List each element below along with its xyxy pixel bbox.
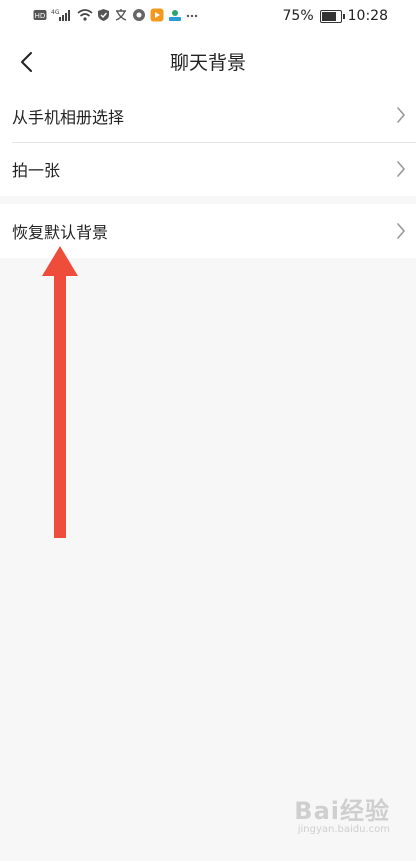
watermark-url: jingyan.baidu.com [297,824,390,835]
battery-percent: 75% [282,8,314,24]
menu-item-label: 拍一张 [12,161,61,180]
signal-icon: 4G [51,9,70,21]
clock: 10:28 [347,8,388,24]
chevron-right-icon [397,161,406,177]
app-icon-green [169,10,181,21]
status-icons-right: 75% 10:28 [283,8,388,24]
shield-icon [98,9,109,21]
status-bar: HD 4G 75% 10:28 [0,0,416,34]
app-icon-orange [150,8,164,22]
wifi-icon [77,9,93,21]
svg-text:4G: 4G [51,9,60,16]
menu-group-1: 从手机相册选择 拍一张 [0,90,416,196]
annotation-arrow [42,246,78,538]
translate-icon [115,9,127,21]
more-icon [186,14,198,18]
menu-item-label: 恢复默认背景 [12,223,109,242]
battery-nub [342,13,345,19]
app-icon [133,9,145,21]
battery-level [321,11,336,21]
menu-item-label: 从手机相册选择 [12,108,125,127]
chevron-right-icon [397,107,406,123]
svg-text:HD: HD [35,12,46,20]
menu-item-choose-from-album[interactable]: 从手机相册选择 [0,90,416,142]
chevron-right-icon [397,223,406,239]
status-icons-left: HD 4G [33,8,198,22]
title-bar: 聊天背景 [0,34,416,90]
page-title: 聊天背景 [169,52,246,74]
battery-icon [319,9,345,23]
watermark: Bai经验 jingyan.baidu.com [294,791,390,835]
menu-item-take-photo[interactable]: 拍一张 [0,142,416,196]
watermark-logo: Bai经验 [294,797,390,825]
hd-icon: HD [33,10,47,20]
